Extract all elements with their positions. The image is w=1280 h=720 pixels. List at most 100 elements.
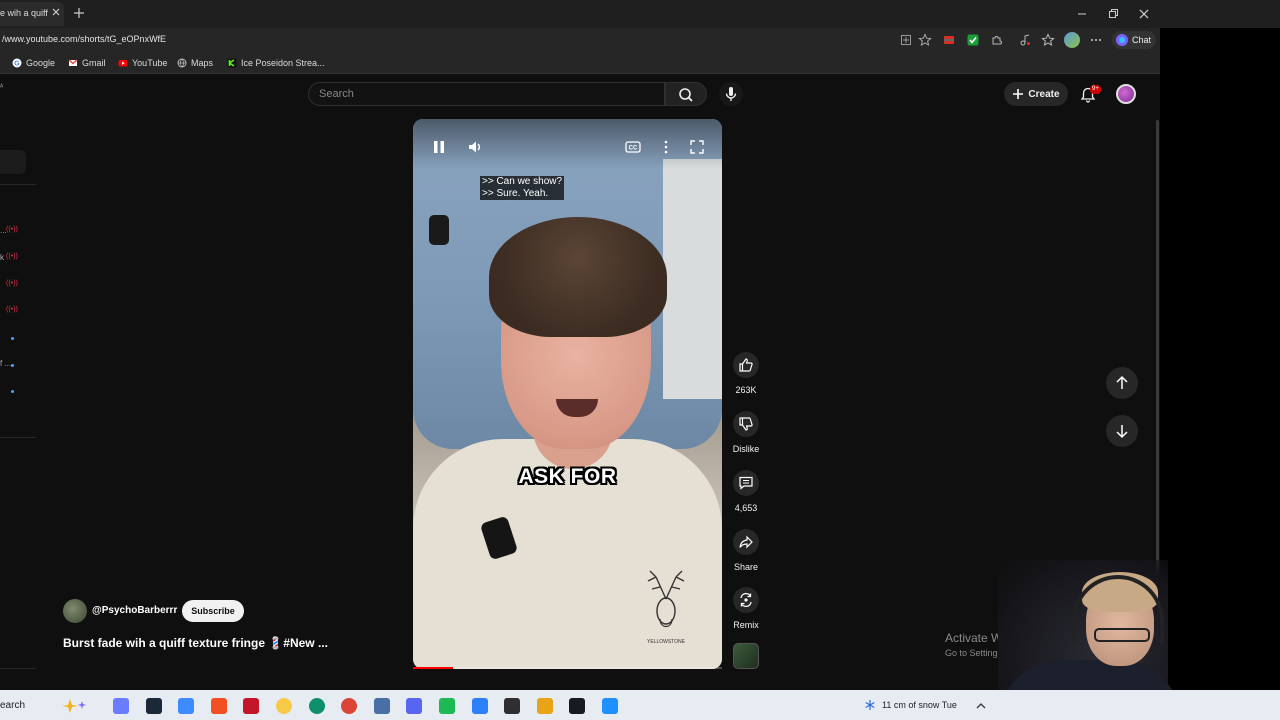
left-rail-marker: ᴬ	[0, 84, 4, 91]
snowflake-icon	[865, 700, 875, 710]
restore-icon[interactable]	[1106, 7, 1120, 21]
user-avatar[interactable]	[1116, 84, 1136, 104]
dislike-label: Dislike	[732, 444, 760, 454]
kick-icon	[227, 58, 237, 68]
search-placeholder: Search	[319, 88, 354, 100]
chat-label: Chat	[1132, 35, 1152, 45]
taskbar-search[interactable]: earch	[0, 700, 25, 711]
video-subject-hair	[489, 217, 667, 337]
browser-titlebar	[0, 0, 1160, 28]
app-icon-blue[interactable]	[471, 698, 488, 714]
url-field[interactable]: /www.youtube.com/shorts/tG_eOPnxWfE	[2, 34, 166, 44]
discord-icon[interactable]	[406, 698, 423, 714]
globe-icon	[177, 58, 187, 68]
comments-button[interactable]	[733, 470, 759, 496]
copilot-chat-button[interactable]: Chat	[1112, 31, 1156, 49]
thumbs-down-icon	[739, 417, 753, 431]
closed-captions-icon[interactable]: CC	[625, 139, 641, 155]
comment-count: 4,653	[734, 503, 758, 513]
edge-icon[interactable]	[308, 698, 325, 714]
profile-avatar-icon[interactable]	[1064, 32, 1080, 48]
video-progress-bar[interactable]	[413, 667, 722, 669]
more-options-icon[interactable]	[658, 139, 674, 155]
app-icon-grid[interactable]	[373, 698, 390, 714]
pause-icon[interactable]	[431, 139, 447, 155]
left-rail-divider	[0, 668, 36, 669]
arrow-up-icon	[1116, 375, 1128, 389]
left-rail-item-text[interactable]: k	[0, 253, 4, 262]
copilot-icon[interactable]	[113, 698, 129, 714]
sound-thumbnail[interactable]	[733, 643, 759, 669]
weather-widget[interactable]: 11 cm of snow Tue	[864, 699, 957, 711]
minimize-icon[interactable]	[1075, 7, 1089, 21]
create-label: Create	[1028, 88, 1060, 100]
more-menu-icon[interactable]	[1089, 33, 1103, 47]
share-button[interactable]	[733, 529, 759, 555]
live-indicator-icon: ((•))	[6, 253, 18, 260]
like-button[interactable]	[733, 352, 759, 378]
bookmark-maps[interactable]: Maps	[177, 58, 213, 68]
channel-handle[interactable]: @PsychoBarberrr	[92, 605, 177, 616]
bookmark-youtube[interactable]: YouTube	[118, 58, 167, 68]
svg-text:G: G	[14, 61, 20, 68]
comment-icon	[739, 476, 753, 490]
google-icon: G	[12, 58, 22, 68]
shorts-video-player[interactable]: YELLOWSTONE CC	[413, 119, 722, 669]
closed-caption-text: >> Can we show? >> Sure. Yeah.	[480, 176, 565, 200]
bookmark-ice-poseidon[interactable]: Ice Poseidon Strea...	[227, 58, 325, 68]
video-background-wall	[663, 159, 722, 399]
address-bar	[0, 28, 1160, 52]
volume-icon[interactable]	[467, 139, 483, 155]
lavalier-mic	[429, 215, 449, 245]
left-rail-active-item[interactable]	[0, 150, 26, 174]
tab-close-icon[interactable]	[50, 6, 62, 18]
new-tab-icon[interactable]	[72, 6, 86, 20]
extension-red-icon[interactable]	[942, 33, 956, 47]
search-button[interactable]	[665, 82, 707, 106]
previous-short-button[interactable]	[1106, 367, 1138, 399]
extension-check-icon[interactable]	[966, 33, 980, 47]
favorites-icon[interactable]	[1041, 33, 1055, 47]
app-icon-cyan[interactable]	[602, 698, 618, 714]
live-indicator-icon: ((•))	[6, 280, 18, 287]
chrome-alt-icon[interactable]	[536, 698, 553, 714]
left-rail-divider	[0, 437, 36, 438]
copilot-app-icon[interactable]	[178, 698, 195, 714]
ms-store-icon[interactable]	[210, 698, 227, 714]
search-input[interactable]	[308, 82, 665, 106]
channel-avatar[interactable]	[63, 599, 87, 623]
tray-chevron-up-icon[interactable]	[975, 700, 987, 712]
amd-icon[interactable]	[243, 698, 260, 714]
extensions-puzzle-icon[interactable]	[990, 33, 1004, 47]
create-button[interactable]: Create	[1004, 82, 1068, 106]
next-short-button[interactable]	[1106, 415, 1138, 447]
bookmark-gmail[interactable]: Gmail	[68, 58, 106, 68]
video-progress-fill	[413, 667, 454, 669]
arrow-down-icon	[1116, 425, 1128, 439]
left-rail-item-text[interactable]: f ...	[0, 359, 11, 368]
left-rail-divider	[0, 184, 36, 185]
share-icon	[739, 535, 753, 549]
subscribe-button[interactable]: Subscribe	[182, 600, 244, 622]
dislike-button[interactable]	[733, 411, 759, 437]
file-explorer-icon[interactable]	[276, 698, 292, 714]
star-icon[interactable]	[918, 33, 932, 47]
video-title[interactable]: Burst fade wih a quiff texture fringe 💈#…	[63, 636, 328, 650]
fullscreen-icon[interactable]	[689, 139, 705, 155]
copilot-sparkle-icon[interactable]	[58, 697, 94, 715]
steam-alt-icon[interactable]	[569, 698, 586, 714]
remix-button[interactable]	[733, 587, 759, 613]
window-close-icon[interactable]	[1137, 7, 1151, 21]
obs-icon[interactable]	[504, 698, 521, 714]
weather-text: 11 cm of snow Tue	[882, 700, 957, 710]
thumbs-up-icon	[739, 358, 753, 372]
video-controls-gradient	[413, 119, 722, 169]
bookmark-google[interactable]: G Google	[12, 58, 55, 68]
notification-count-badge: 9+	[1090, 85, 1101, 94]
media-control-icon[interactable]	[1018, 33, 1032, 47]
spotify-icon[interactable]	[439, 698, 455, 714]
svg-text:CC: CC	[629, 146, 638, 152]
voice-search-button[interactable]	[719, 82, 743, 106]
steam-icon[interactable]	[145, 698, 162, 714]
app-install-icon[interactable]	[899, 33, 913, 47]
